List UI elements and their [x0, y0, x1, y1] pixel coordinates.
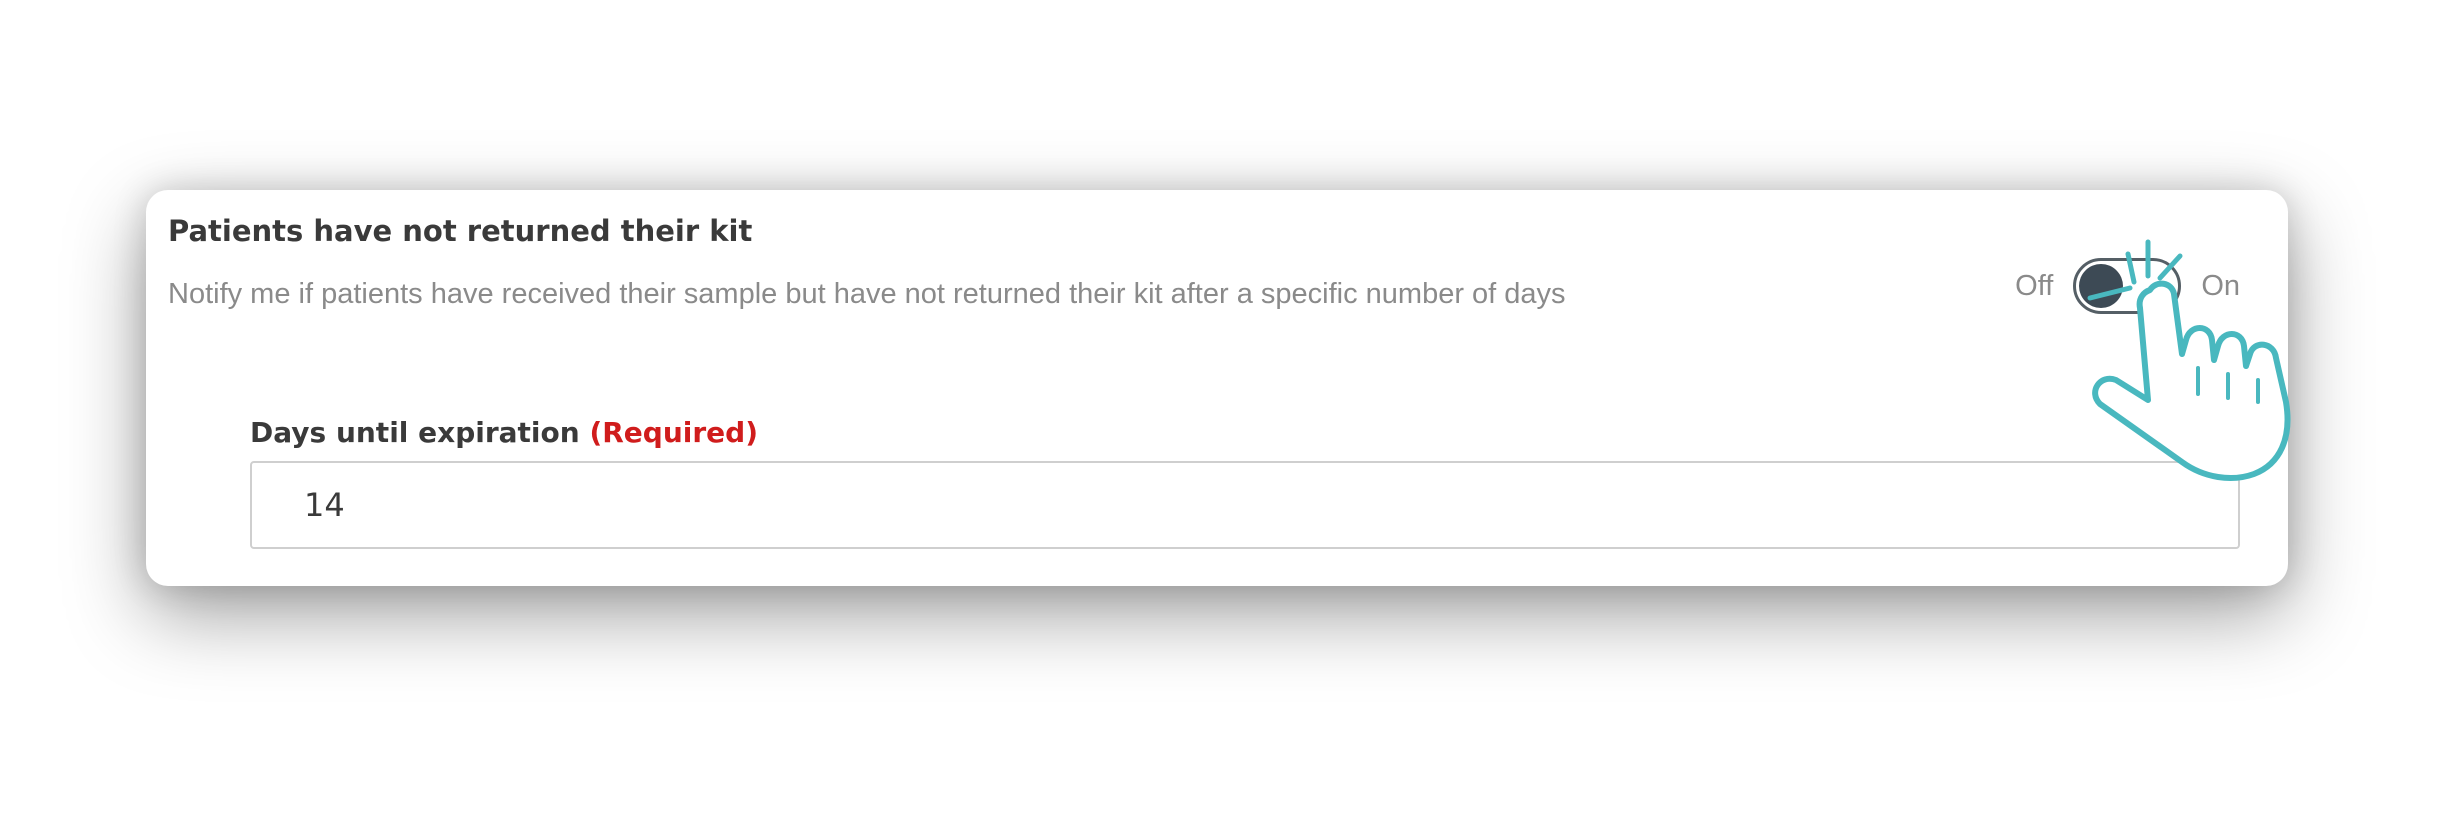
- required-indicator: (Required): [589, 416, 758, 449]
- days-until-expiration-field[interactable]: [250, 461, 2240, 549]
- toggle-switch[interactable]: [2073, 258, 2182, 314]
- setting-title: Patients have not returned their kit: [168, 214, 753, 248]
- field-label-text: Days until expiration: [250, 416, 580, 449]
- toggle-on-label: On: [2201, 269, 2240, 302]
- toggle-switch-knob: [2079, 264, 2124, 308]
- notification-toggle: Off On: [2015, 254, 2240, 318]
- toggle-off-label: Off: [2015, 269, 2054, 302]
- days-until-expiration-input[interactable]: [252, 463, 2238, 547]
- days-until-expiration-label: Days until expiration (Required): [250, 416, 758, 449]
- notification-setting-card: Patients have not returned their kit Not…: [146, 190, 2288, 586]
- setting-description: Notify me if patients have received thei…: [168, 278, 1566, 310]
